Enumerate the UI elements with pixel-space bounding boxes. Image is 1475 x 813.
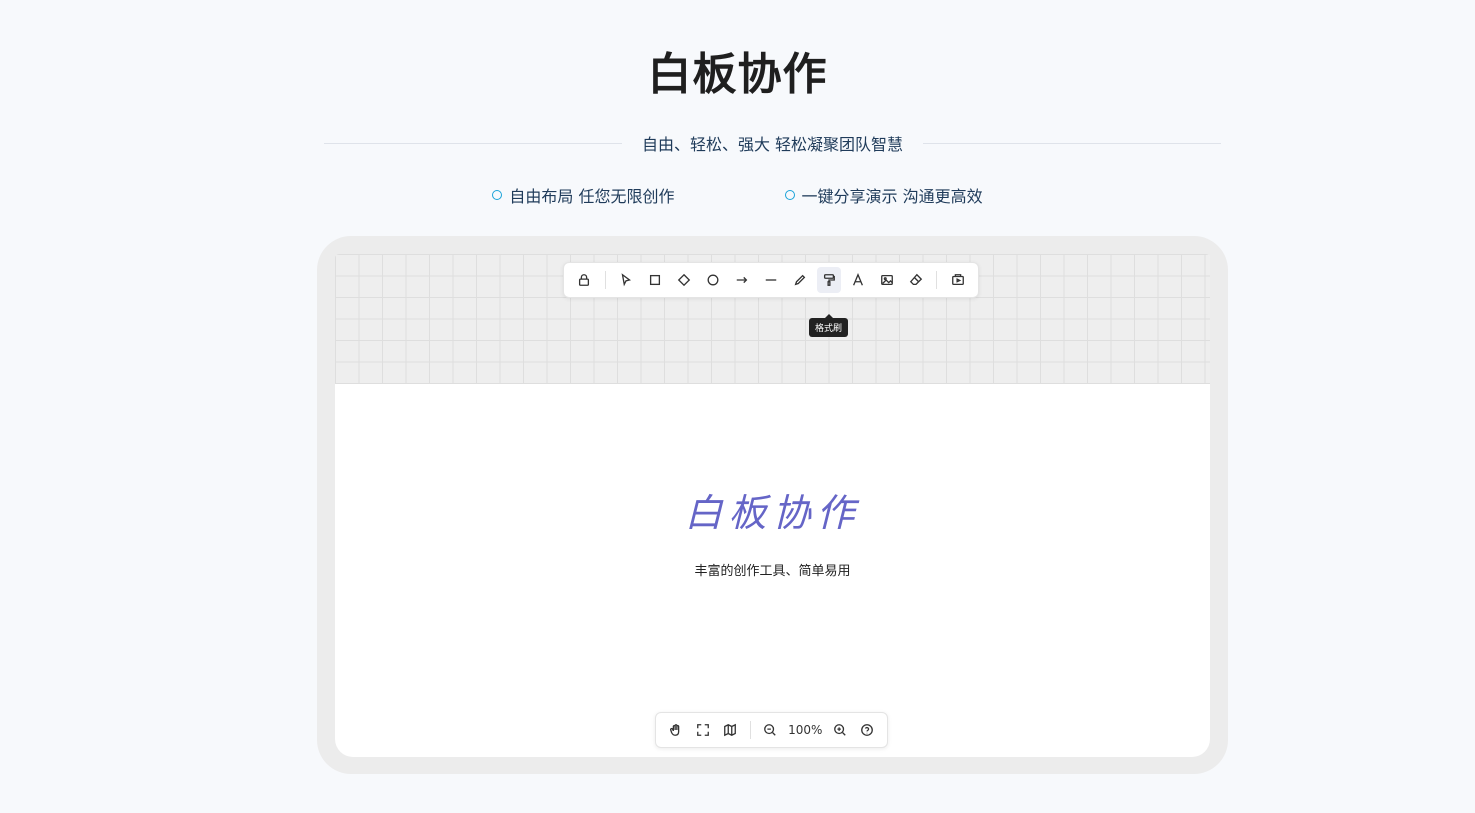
drawing-toolbar xyxy=(563,262,979,298)
diamond-icon[interactable] xyxy=(672,267,697,293)
circle-bullet-icon xyxy=(492,190,503,200)
toolbar-divider xyxy=(749,721,751,739)
fullscreen-icon[interactable] xyxy=(691,717,714,743)
subtitle-row: 自由、轻松、强大 轻松凝聚团队智慧 xyxy=(324,130,1221,156)
eraser-icon[interactable] xyxy=(903,267,928,293)
present-icon[interactable] xyxy=(945,267,970,293)
select-cursor-icon[interactable] xyxy=(614,267,639,293)
minimap-icon[interactable] xyxy=(719,717,742,743)
whiteboard-screen[interactable]: 格式刷 白板协作 丰富的创作工具、简单易用 100% xyxy=(335,254,1210,757)
feature-list: 自由布局 任您无限创作 一键分享演示 沟通更高效 xyxy=(0,183,1475,207)
format-brush-icon[interactable] xyxy=(816,267,842,293)
view-toolbar: 100% xyxy=(655,712,888,748)
feature-label: 自由布局 任您无限创作 xyxy=(509,187,675,206)
circle-bullet-icon xyxy=(784,190,795,200)
hand-icon[interactable] xyxy=(664,717,687,743)
feature-item: 一键分享演示 沟通更高效 xyxy=(784,183,983,207)
zoom-out-icon[interactable] xyxy=(759,717,782,743)
zoom-level: 100% xyxy=(788,723,823,737)
canvas-subtext: 丰富的创作工具、简单易用 xyxy=(694,564,851,579)
text-icon[interactable] xyxy=(846,267,871,293)
toolbar-divider xyxy=(936,271,938,289)
help-icon[interactable] xyxy=(856,717,879,743)
rectangle-icon[interactable] xyxy=(643,267,668,293)
subtitle: 自由、轻松、强大 轻松凝聚团队智慧 xyxy=(641,135,904,154)
tool-tooltip: 格式刷 xyxy=(809,314,849,337)
zoom-in-icon[interactable] xyxy=(829,717,852,743)
page-title: 白板协作 xyxy=(647,49,828,100)
pencil-icon[interactable] xyxy=(788,267,813,293)
line-icon[interactable] xyxy=(759,267,784,293)
feature-item: 自由布局 任您无限创作 xyxy=(492,183,675,207)
divider-left xyxy=(324,142,622,144)
circle-icon[interactable] xyxy=(701,267,726,293)
canvas-heading: 白板协作 xyxy=(684,491,861,535)
feature-label: 一键分享演示 沟通更高效 xyxy=(801,187,983,206)
divider-right xyxy=(923,142,1221,144)
page: 白板协作 自由、轻松、强大 轻松凝聚团队智慧 自由布局 任您无限创作 一键分享演… xyxy=(0,0,1475,813)
toolbar-divider xyxy=(604,271,606,289)
arrow-icon[interactable] xyxy=(730,267,755,293)
lock-icon[interactable] xyxy=(572,267,597,293)
device-frame: 格式刷 白板协作 丰富的创作工具、简单易用 100% xyxy=(317,236,1228,774)
image-icon[interactable] xyxy=(875,267,900,293)
